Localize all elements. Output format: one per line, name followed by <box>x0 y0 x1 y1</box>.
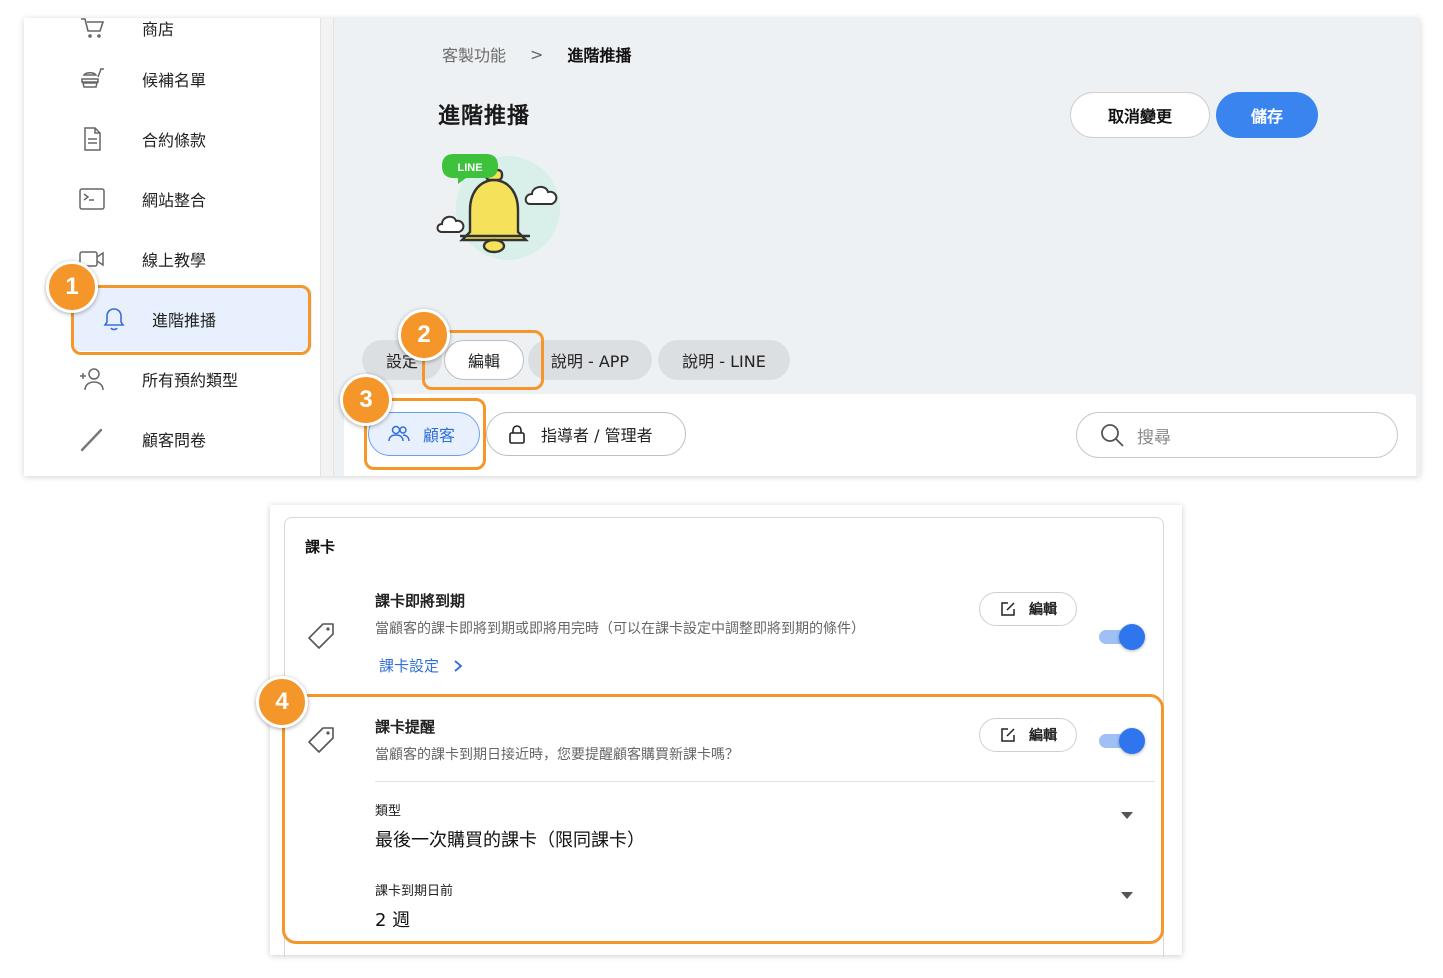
food-icon <box>72 61 112 97</box>
sidebar-divider <box>320 18 334 476</box>
page-title: 進階推播 <box>438 104 531 129</box>
breadcrumb: 客製功能 > 進階推播 <box>442 42 631 66</box>
audience-panel: 顧客 指導者 / 管理者 搜尋 <box>344 394 1416 476</box>
expiry-toggle[interactable] <box>1099 622 1145 652</box>
step-badge-4: 4 <box>256 676 308 728</box>
sidebar-item-label: 線上教學 <box>142 251 207 270</box>
sidebar-item-survey[interactable]: 顧客問卷 <box>72 415 312 463</box>
sidebar-item-booking-types[interactable]: 所有預約類型 <box>72 355 312 403</box>
sidebar-item-shop[interactable]: 商店 <box>72 18 312 52</box>
sidebar-item-label: 顧客問卷 <box>142 431 207 450</box>
tab-help-app[interactable]: 說明 - APP <box>528 340 652 380</box>
section-title: 課卡 <box>305 538 336 556</box>
line-badge-text: LINE <box>457 162 482 174</box>
class-card-settings-link[interactable]: 課卡設定 <box>379 655 465 676</box>
edit-label: 編輯 <box>1029 602 1057 618</box>
main-content: 客製功能 > 進階推播 進階推播 取消變更 儲存 LINE 設定 編輯 說明 -… <box>334 18 1420 476</box>
admin-screenshot: 商店 候補名單 合約條款 網站整合 線上教學 進階推播 所有預約類型 顧客問卷 … <box>24 18 1420 476</box>
line-bell-illustration: LINE <box>436 154 560 260</box>
edit-icon <box>1001 602 1015 616</box>
pencil-icon <box>72 421 112 457</box>
sidebar-item-online-course[interactable]: 線上教學 <box>72 235 312 283</box>
step-badge-2: 2 <box>398 309 450 361</box>
sidebar-item-label: 所有預約類型 <box>142 371 239 390</box>
tag-icon <box>308 623 334 649</box>
link-label: 課卡設定 <box>379 657 440 675</box>
search-icon <box>1101 424 1124 447</box>
edit-button[interactable]: 編輯 <box>979 592 1077 626</box>
staff-filter-chip[interactable]: 指導者 / 管理者 <box>486 412 686 456</box>
cart-icon <box>72 18 112 46</box>
item-title: 課卡即將到期 <box>375 592 466 610</box>
highlight-box-4 <box>282 694 1164 944</box>
tab-label: 說明 - APP <box>550 352 630 371</box>
highlight-box-1 <box>71 285 311 355</box>
breadcrumb-parent[interactable]: 客製功能 <box>442 42 506 66</box>
add-user-icon <box>72 361 112 397</box>
sidebar-item-label: 網站整合 <box>142 191 207 210</box>
sidebar-item-label: 合約條款 <box>142 131 207 150</box>
step-badge-1: 1 <box>46 261 98 313</box>
tab-help-line[interactable]: 說明 - LINE <box>658 340 790 380</box>
toggle-knob <box>1119 624 1145 650</box>
lock-icon <box>509 425 525 444</box>
breadcrumb-current: 進階推播 <box>567 46 632 65</box>
tab-label: 說明 - LINE <box>682 352 766 371</box>
cancel-changes-button[interactable]: 取消變更 <box>1070 92 1210 138</box>
breadcrumb-separator: > <box>530 44 544 64</box>
item-description: 當顧客的課卡即將到期或即將用完時（可以在課卡設定中調整即將到期的條件） <box>375 621 865 637</box>
search-input[interactable]: 搜尋 <box>1076 412 1398 458</box>
search-placeholder: 搜尋 <box>1137 427 1171 448</box>
document-icon <box>72 121 112 157</box>
chevron-right-icon <box>454 659 463 672</box>
sidebar-item-waitlist[interactable]: 候補名單 <box>72 55 312 103</box>
sidebar: 商店 候補名單 合約條款 網站整合 線上教學 進階推播 所有預約類型 顧客問卷 <box>24 18 320 476</box>
chip-label: 指導者 / 管理者 <box>541 426 653 445</box>
sidebar-item-label: 商店 <box>142 20 175 39</box>
sidebar-item-contract[interactable]: 合約條款 <box>72 115 312 163</box>
save-button[interactable]: 儲存 <box>1216 92 1318 138</box>
terminal-icon <box>72 181 112 217</box>
sidebar-item-label: 候補名單 <box>142 71 207 90</box>
sidebar-item-web-integration[interactable]: 網站整合 <box>72 175 312 223</box>
step-badge-3: 3 <box>340 374 392 426</box>
